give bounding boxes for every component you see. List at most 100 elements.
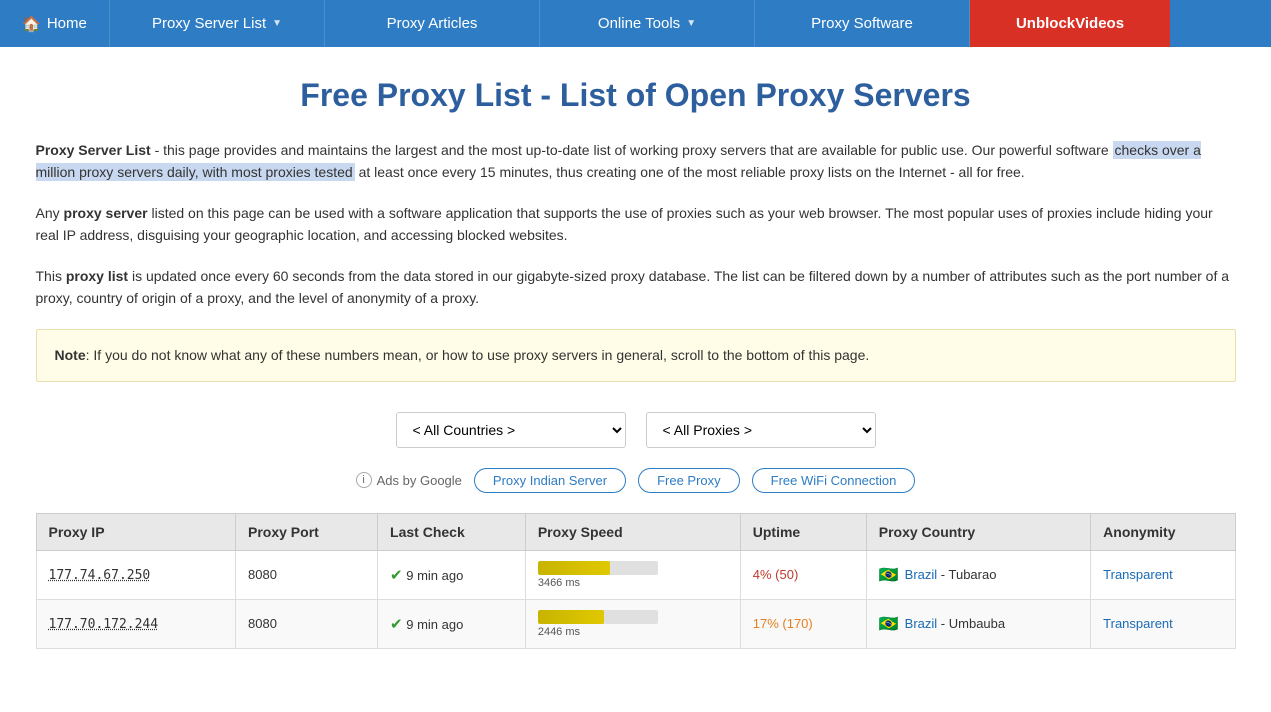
city-value: Tubarao [949, 567, 997, 582]
nav-proxy-articles[interactable]: Proxy Articles [325, 0, 540, 47]
proxies-select[interactable]: < All Proxies > [646, 412, 876, 448]
cell-anonymity: Transparent [1091, 550, 1235, 599]
note-label: Note [55, 347, 86, 363]
highlight-checks-over: checks over a million proxy servers dail… [36, 141, 1201, 181]
proxy-table: Proxy IP Proxy Port Last Check Proxy Spe… [36, 513, 1236, 649]
note-box: Note: If you do not know what any of the… [36, 329, 1236, 381]
ad-pill-free-proxy[interactable]: Free Proxy [638, 468, 740, 493]
nav-unblock-label: UnblockVideos [1016, 15, 1124, 32]
country-flag: 🇧🇷 [879, 614, 899, 634]
col-proxy-port: Proxy Port [236, 513, 378, 550]
intro-paragraph-1: Proxy Server List - this page provides a… [36, 139, 1236, 184]
check-icon: ✔ [390, 567, 403, 584]
uptime-value: 17% (170) [753, 616, 813, 631]
cell-country: 🇧🇷 Brazil - Tubarao [866, 550, 1090, 599]
table-row: 177.70.172.244 8080 ✔ 9 min ago 2446 ms … [36, 599, 1235, 648]
country-text: Brazil - Tubarao [905, 567, 997, 582]
speed-bar-container: 3466 ms [538, 561, 728, 589]
col-proxy-speed: Proxy Speed [525, 513, 740, 550]
cell-uptime: 17% (170) [740, 599, 866, 648]
cell-port: 8080 [236, 599, 378, 648]
nav-proxy-list-label: Proxy Server List [152, 15, 266, 32]
table-row: 177.74.67.250 8080 ✔ 9 min ago 3466 ms 4… [36, 550, 1235, 599]
intro-paragraph-3: This proxy list is updated once every 60… [36, 265, 1236, 310]
nav-home[interactable]: 🏠 Home [0, 0, 110, 47]
proxy-server-list-bold: Proxy Server List [36, 142, 151, 158]
cell-country: 🇧🇷 Brazil - Umbauba [866, 599, 1090, 648]
table-body: 177.74.67.250 8080 ✔ 9 min ago 3466 ms 4… [36, 550, 1235, 648]
nav-online-tools[interactable]: Online Tools ▼ [540, 0, 755, 47]
main-content: Free Proxy List - List of Open Proxy Ser… [16, 47, 1256, 649]
col-proxy-ip: Proxy IP [36, 513, 236, 550]
nav-proxy-server-list[interactable]: Proxy Server List ▼ [110, 0, 325, 47]
speed-bar-inner [538, 561, 610, 575]
col-last-check: Last Check [378, 513, 526, 550]
nav-articles-label: Proxy Articles [387, 15, 478, 32]
anonymity-link[interactable]: Transparent [1103, 567, 1173, 582]
country-link[interactable]: Brazil [905, 567, 938, 582]
ads-bar: i Ads by Google Proxy Indian Server Free… [36, 468, 1236, 493]
nav-proxy-software[interactable]: Proxy Software [755, 0, 970, 47]
cell-last-check: ✔ 9 min ago [378, 599, 526, 648]
proxy-list-bold: proxy list [66, 268, 128, 284]
cell-ip: 177.70.172.244 [36, 599, 236, 648]
countries-select[interactable]: < All Countries > [396, 412, 626, 448]
city-separator: - [941, 567, 949, 582]
last-check-value: 9 min ago [406, 617, 463, 632]
proxy-port-value: 8080 [248, 616, 277, 631]
last-check-value: 9 min ago [406, 568, 463, 583]
col-uptime: Uptime [740, 513, 866, 550]
col-proxy-country: Proxy Country [866, 513, 1090, 550]
nav-software-label: Proxy Software [811, 15, 913, 32]
table-header-row: Proxy IP Proxy Port Last Check Proxy Spe… [36, 513, 1235, 550]
country-link[interactable]: Brazil [905, 616, 938, 631]
proxy-ip-value: 177.74.67.250 [49, 568, 151, 583]
cell-ip: 177.74.67.250 [36, 550, 236, 599]
proxy-server-bold: proxy server [64, 205, 148, 221]
check-icon: ✔ [390, 616, 403, 633]
cell-port: 8080 [236, 550, 378, 599]
city-separator: - [941, 616, 949, 631]
speed-bar-outer [538, 561, 658, 575]
table-header: Proxy IP Proxy Port Last Check Proxy Spe… [36, 513, 1235, 550]
intro-p1-text: - this page provides and maintains the l… [36, 141, 1201, 181]
info-icon[interactable]: i [356, 472, 372, 488]
speed-bar-container: 2446 ms [538, 610, 728, 638]
uptime-value: 4% (50) [753, 567, 799, 582]
cell-uptime: 4% (50) [740, 550, 866, 599]
chevron-down-icon: ▼ [272, 18, 282, 29]
city-value: Umbauba [949, 616, 1005, 631]
note-text: : If you do not know what any of these n… [86, 347, 870, 363]
proxy-ip-value: 177.70.172.244 [49, 617, 159, 632]
cell-speed: 2446 ms [525, 599, 740, 648]
filters-bar: < All Countries > < All Proxies > [36, 412, 1236, 448]
chevron-down-icon-tools: ▼ [686, 18, 696, 29]
country-text: Brazil - Umbauba [905, 616, 1005, 631]
page-title: Free Proxy List - List of Open Proxy Ser… [36, 77, 1236, 114]
country-flag: 🇧🇷 [879, 565, 899, 585]
home-icon: 🏠 [22, 15, 41, 33]
ads-info: i Ads by Google [356, 472, 462, 488]
anonymity-link[interactable]: Transparent [1103, 616, 1173, 631]
nav-tools-label: Online Tools [598, 15, 680, 32]
nav-unblock-videos[interactable]: UnblockVideos [970, 0, 1170, 47]
cell-anonymity: Transparent [1091, 599, 1235, 648]
speed-ms-value: 3466 ms [538, 577, 728, 589]
intro-p2-text: listed on this page can be used with a s… [36, 205, 1213, 243]
intro-paragraph-2: Any proxy server listed on this page can… [36, 202, 1236, 247]
ad-pill-indian-server[interactable]: Proxy Indian Server [474, 468, 626, 493]
country-cell: 🇧🇷 Brazil - Tubarao [879, 565, 1078, 585]
intro-p3-text: is updated once every 60 seconds from th… [36, 268, 1230, 306]
speed-bar-outer [538, 610, 658, 624]
ads-by-google-label: Ads by Google [377, 473, 462, 488]
speed-bar-inner [538, 610, 604, 624]
country-cell: 🇧🇷 Brazil - Umbauba [879, 614, 1078, 634]
speed-ms-value: 2446 ms [538, 626, 728, 638]
navigation: 🏠 Home Proxy Server List ▼ Proxy Article… [0, 0, 1271, 47]
proxy-port-value: 8080 [248, 567, 277, 582]
ad-pill-wifi[interactable]: Free WiFi Connection [752, 468, 916, 493]
col-anonymity: Anonymity [1091, 513, 1235, 550]
nav-home-label: Home [47, 15, 87, 32]
cell-last-check: ✔ 9 min ago [378, 550, 526, 599]
cell-speed: 3466 ms [525, 550, 740, 599]
